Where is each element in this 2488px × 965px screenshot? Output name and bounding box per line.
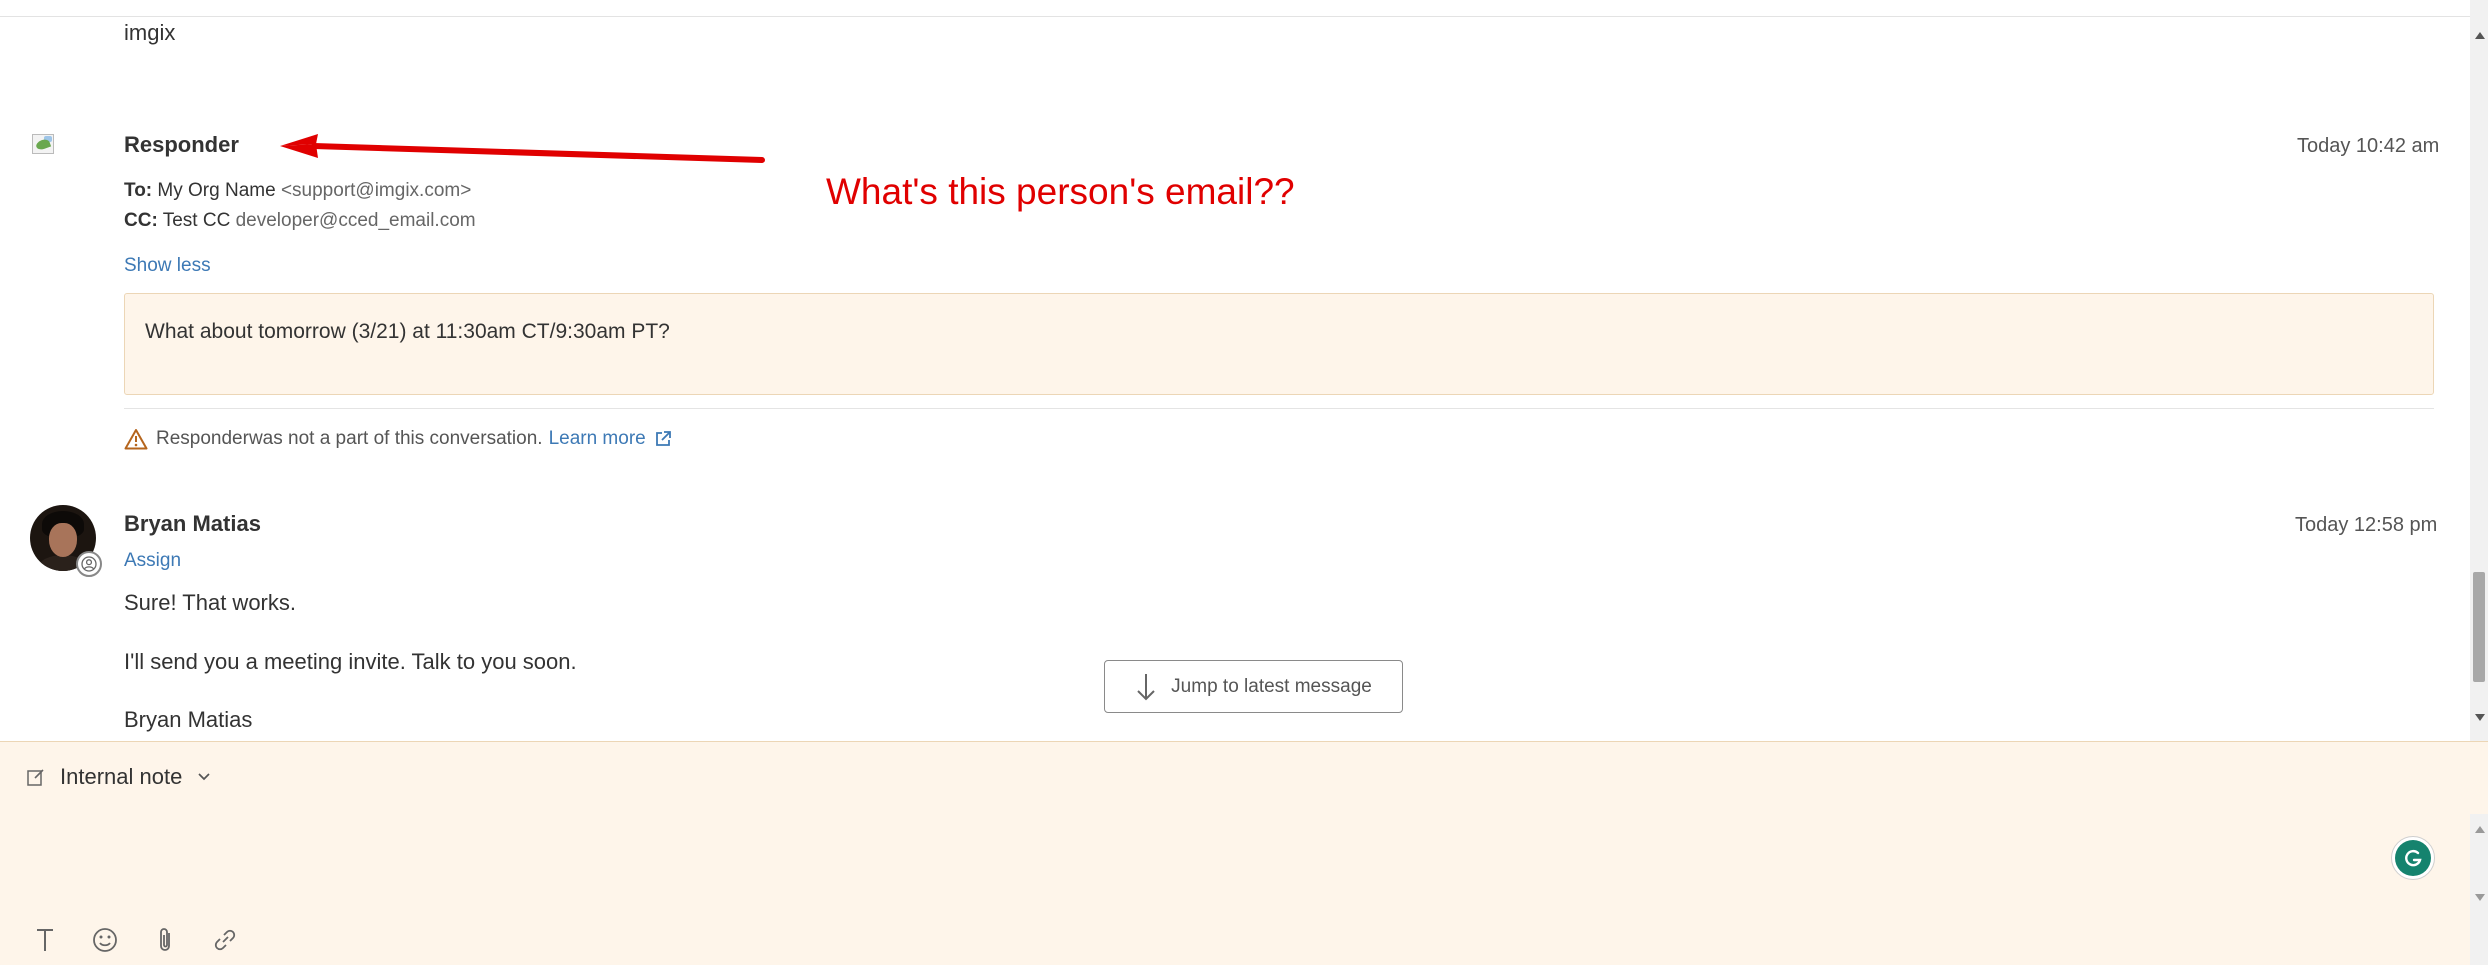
cc-email: developer@cced_email.com <box>235 210 476 231</box>
divider <box>124 408 2434 409</box>
cc-line: CC: Test CC developer@cced_email.com <box>124 210 476 232</box>
bryan-body-line: I'll send you a meeting invite. Talk to … <box>124 649 577 674</box>
scroll-down-icon[interactable] <box>2475 714 2485 721</box>
responder-timestamp: Today 10:42 am <box>2297 135 2440 157</box>
show-less-link[interactable]: Show less <box>124 255 211 277</box>
grammarly-icon[interactable] <box>2391 836 2435 880</box>
to-email: <support@imgix.com> <box>280 180 472 201</box>
link-icon[interactable] <box>210 925 240 955</box>
not-participant-warning: Responderwas not a part of this conversa… <box>124 426 672 452</box>
scroll-up-icon[interactable] <box>2475 32 2485 39</box>
note-type-selector[interactable]: Internal note <box>26 764 212 790</box>
scroll-up-icon[interactable] <box>2475 826 2485 833</box>
annotation-arrow <box>280 134 765 163</box>
message-body-box: What about tomorrow (3/21) at 11:30am CT… <box>124 293 2434 395</box>
responder-sender-name[interactable]: Responder <box>124 132 239 158</box>
divider <box>0 16 2470 17</box>
bryan-sender-name[interactable]: Bryan Matias <box>124 511 261 537</box>
arrow-down-icon <box>1137 673 1155 700</box>
jump-to-latest-button[interactable]: Jump to latest message <box>1104 660 1403 713</box>
composer-area[interactable]: Internal note <box>0 741 2488 965</box>
responder-message-body: What about tomorrow (3/21) at 11:30am CT… <box>145 320 670 343</box>
scroll-down-icon[interactable] <box>2475 894 2485 901</box>
to-label: To: <box>124 180 153 201</box>
person-icon <box>76 551 102 577</box>
jump-button-label: Jump to latest message <box>1171 675 1372 697</box>
chevron-down-icon <box>198 773 210 781</box>
thread-scrollbar[interactable] <box>2470 0 2488 741</box>
note-type-label: Internal note <box>60 764 183 789</box>
scrollbar-thumb[interactable] <box>2473 572 2485 682</box>
composer-scrollbar[interactable] <box>2470 814 2488 965</box>
previous-message-signature: imgix <box>124 20 176 45</box>
conversation-thread: imgix Responder What's this person's ema… <box>0 0 2488 741</box>
attachment-icon[interactable] <box>150 925 180 955</box>
learn-more-link[interactable]: Learn more <box>549 428 672 450</box>
cc-name: Test CC <box>162 210 231 231</box>
emoji-icon[interactable] <box>90 925 120 955</box>
bryan-timestamp: Today 12:58 pm <box>2295 514 2438 536</box>
warning-text: Responderwas not a part of this conversa… <box>156 428 543 449</box>
broken-avatar-image <box>30 130 60 158</box>
warning-icon <box>124 429 148 450</box>
text-format-icon[interactable] <box>30 925 60 955</box>
bryan-body-line: Sure! That works. <box>124 590 296 615</box>
cc-label: CC: <box>124 210 158 231</box>
to-name: My Org Name <box>157 180 276 201</box>
to-line: To: My Org Name <support@imgix.com> <box>124 180 471 202</box>
composer-toolbar <box>30 925 270 955</box>
external-link-icon <box>655 431 671 446</box>
edit-note-icon <box>27 769 44 786</box>
learn-more-label: Learn more <box>548 428 646 449</box>
annotation-text: What's this person's email?? <box>826 171 1295 212</box>
bryan-signature: Bryan Matias <box>124 707 253 732</box>
assign-link[interactable]: Assign <box>124 550 181 572</box>
